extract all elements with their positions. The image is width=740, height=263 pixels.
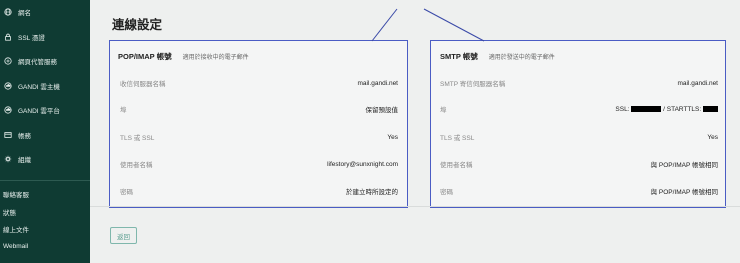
setting-label: 埠: [120, 107, 127, 114]
cloud-icon: [3, 105, 13, 115]
sidebar-item-label: 網名: [18, 10, 31, 18]
sidebar-item-domains[interactable]: 網名: [0, 0, 90, 25]
sidebar-item-ssl[interactable]: SSL 憑證: [0, 25, 90, 50]
pop-imap-card: POP/IMAP 帳號 適用於接收中的電子郵件 收信伺服器名稱 mail.gan…: [109, 40, 408, 208]
setting-row: 密碼 與 POP/IMAP 帳號相同: [431, 186, 725, 196]
sidebar-item-organization[interactable]: 組織: [0, 147, 90, 172]
setting-row: 使用者名稱 lifestory@sunxnight.com: [110, 159, 407, 170]
sidebar-item-label: SSL 憑證: [18, 34, 45, 42]
setting-value: lifestory@sunxnight.com: [327, 160, 398, 168]
back-button[interactable]: 返回: [110, 227, 137, 244]
setting-label: SMTP 寄信伺服器名稱: [440, 81, 506, 88]
card-subtitle: 適用於接收中的電子郵件: [182, 55, 249, 61]
setting-row: TLS 或 SSL Yes: [431, 132, 725, 143]
setting-row: 密碼 於建立時所設定的: [110, 186, 407, 196]
sidebar-link-webmail[interactable]: Webmail: [0, 238, 90, 256]
main-content: 連線設定 POP/IMAP 帳號 適用於接收中的電子郵件 收信伺服器名稱 mai…: [90, 0, 740, 263]
setting-label: 使用者名稱: [440, 162, 473, 169]
sidebar: 網名 SSL 憑證 網頁代管服務 GANDI 雲主機 GANDI 雲平台 帳務: [0, 0, 90, 263]
ssl-port-label: SSL:: [615, 105, 630, 113]
sidebar-divider: [0, 179, 90, 181]
setting-label: 埠: [440, 107, 447, 114]
sidebar-link-status[interactable]: 狀態: [0, 203, 90, 221]
setting-row: 收信伺服器名稱 mail.gandi.net: [110, 78, 407, 89]
setting-value-ports: SSL: / STARTTLS:: [615, 106, 718, 113]
section-divider: [90, 206, 740, 207]
redacted-block: [631, 105, 662, 112]
sidebar-item-hosting[interactable]: 網頁代管服務: [0, 49, 90, 74]
smtp-card: SMTP 帳號 適用於發送中的電子郵件 SMTP 寄信伺服器名稱 mail.ga…: [430, 40, 726, 208]
sidebar-item-billing[interactable]: 帳務: [0, 123, 90, 148]
globe-icon: [3, 7, 13, 17]
setting-value: Yes: [707, 133, 718, 141]
sidebar-item-cloud-platform[interactable]: GANDI 雲平台: [0, 98, 90, 123]
billing-icon: [3, 130, 13, 140]
sidebar-link-docs[interactable]: 線上文件: [0, 221, 90, 239]
setting-value: 與 POP/IMAP 帳號相同: [650, 162, 718, 169]
sidebar-item-label: GANDI 雲主機: [18, 83, 60, 91]
setting-row: 埠 SSL: / STARTTLS:: [431, 104, 725, 114]
sidebar-item-cloud-server[interactable]: GANDI 雲主機: [0, 74, 90, 99]
setting-value: Yes: [387, 133, 398, 141]
cloud-icon: [3, 81, 13, 91]
organization-icon: [3, 154, 13, 164]
setting-label: 密碼: [440, 189, 453, 196]
setting-value: 與 POP/IMAP 帳號相同: [650, 189, 718, 196]
setting-value: mail.gandi.net: [357, 79, 398, 87]
setting-row: 埠 保留預設值: [110, 104, 407, 114]
sidebar-item-label: 組織: [18, 157, 31, 165]
setting-label: 使用者名稱: [120, 162, 153, 169]
setting-label: 收信伺服器名稱: [120, 81, 166, 88]
setting-label: TLS 或 SSL: [440, 135, 475, 142]
setting-row: TLS 或 SSL Yes: [110, 132, 407, 143]
starttls-port-label: / STARTTLS:: [663, 105, 702, 113]
card-title: SMTP 帳號: [440, 52, 478, 61]
setting-row: 使用者名稱 與 POP/IMAP 帳號相同: [431, 159, 725, 169]
redacted-block: [703, 105, 718, 112]
hosting-icon: [3, 56, 13, 66]
setting-value: 保留預設值: [365, 107, 399, 114]
setting-label: TLS 或 SSL: [120, 135, 155, 142]
sidebar-item-label: 帳務: [18, 132, 31, 140]
setting-row: SMTP 寄信伺服器名稱 mail.gandi.net: [431, 78, 725, 89]
lock-icon: [3, 32, 13, 42]
setting-value: mail.gandi.net: [677, 79, 718, 87]
card-subtitle: 適用於發送中的電子郵件: [488, 55, 555, 61]
sidebar-item-label: GANDI 雲平台: [18, 108, 60, 116]
setting-label: 密碼: [120, 189, 133, 196]
setting-value: 於建立時所設定的: [346, 189, 398, 196]
sidebar-link-support[interactable]: 聯絡客服: [0, 186, 90, 204]
card-title: POP/IMAP 帳號: [118, 52, 172, 61]
page-title: 連線設定: [112, 18, 163, 32]
sidebar-item-label: 網頁代管服務: [18, 59, 57, 67]
